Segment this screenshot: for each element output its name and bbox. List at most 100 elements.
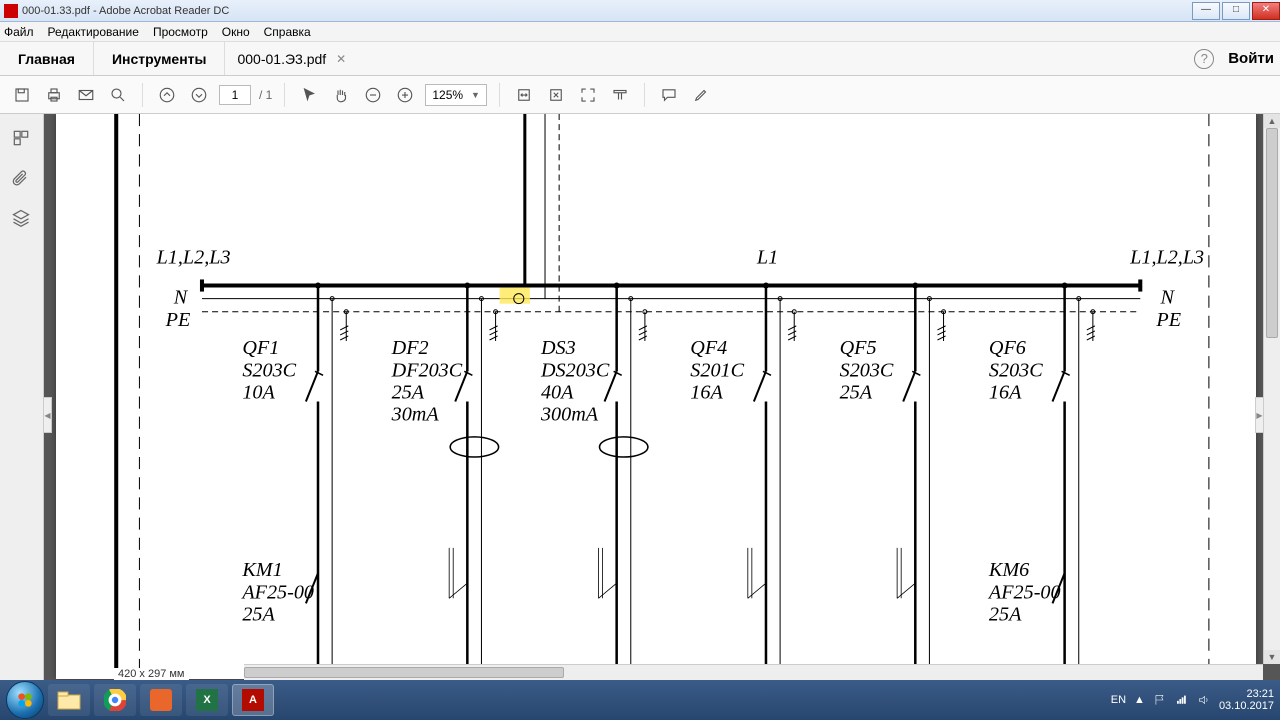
- taskbar-excel-icon[interactable]: X: [186, 684, 228, 716]
- separator: [284, 83, 285, 107]
- document-viewport[interactable]: L1,L2,L3L1L1,L2,L3NPENPEQF1S203C10ADF2DF…: [44, 114, 1280, 680]
- svg-text:S203C: S203C: [989, 359, 1043, 381]
- signin-button[interactable]: Войти: [1228, 50, 1274, 67]
- hand-icon[interactable]: [329, 83, 353, 107]
- help-icon[interactable]: ?: [1194, 49, 1214, 69]
- tab-tools[interactable]: Инструменты: [94, 42, 226, 75]
- taskbar-acrobat-icon[interactable]: A: [232, 684, 274, 716]
- zoom-out-icon[interactable]: [361, 83, 385, 107]
- svg-text:16A: 16A: [989, 382, 1022, 404]
- taskbar-app1-icon[interactable]: [140, 684, 182, 716]
- svg-text:PE: PE: [165, 309, 191, 331]
- menubar: Файл Редактирование Просмотр Окно Справк…: [0, 22, 1280, 42]
- svg-text:10A: 10A: [242, 382, 275, 404]
- arrow-cursor-icon[interactable]: [297, 83, 321, 107]
- minimize-button[interactable]: —: [1192, 2, 1220, 20]
- taskbar-explorer-icon[interactable]: [48, 684, 90, 716]
- separator: [644, 83, 645, 107]
- fit-width-icon[interactable]: [512, 83, 536, 107]
- menu-view[interactable]: Просмотр: [153, 25, 208, 39]
- search-icon[interactable]: [106, 83, 130, 107]
- menu-file[interactable]: Файл: [4, 25, 34, 39]
- highlight-icon[interactable]: [689, 83, 713, 107]
- svg-text:L1,L2,L3: L1,L2,L3: [156, 246, 231, 268]
- layers-icon[interactable]: [11, 208, 33, 230]
- tab-row: Главная Инструменты 000-01.Э3.pdf ✕ ? Во…: [0, 42, 1280, 76]
- svg-text:25A: 25A: [989, 603, 1022, 625]
- start-button[interactable]: [6, 681, 44, 719]
- svg-text:KM6: KM6: [988, 559, 1029, 581]
- tab-home[interactable]: Главная: [0, 42, 94, 75]
- page-up-icon[interactable]: [155, 83, 179, 107]
- fullscreen-icon[interactable]: [576, 83, 600, 107]
- svg-text:DF203C: DF203C: [391, 359, 463, 381]
- document-page: L1,L2,L3L1L1,L2,L3NPENPEQF1S203C10ADF2DF…: [56, 114, 1256, 679]
- page-input[interactable]: [219, 85, 251, 105]
- svg-text:S203C: S203C: [242, 359, 296, 381]
- svg-text:25A: 25A: [840, 382, 873, 404]
- svg-text:S203C: S203C: [840, 359, 894, 381]
- fit-page-icon[interactable]: [544, 83, 568, 107]
- svg-text:AF25-00: AF25-00: [240, 581, 314, 603]
- tab-document[interactable]: 000-01.Э3.pdf ✕: [225, 42, 358, 75]
- zoom-in-icon[interactable]: [393, 83, 417, 107]
- save-icon[interactable]: [10, 83, 34, 107]
- svg-text:QF1: QF1: [242, 337, 279, 359]
- tray-clock[interactable]: 23:2103.10.2017: [1219, 688, 1274, 712]
- svg-text:KM1: KM1: [241, 559, 282, 581]
- electrical-diagram: L1,L2,L3L1L1,L2,L3NPENPEQF1S203C10ADF2DF…: [56, 114, 1256, 679]
- svg-text:N: N: [173, 287, 189, 309]
- tray-sound-icon[interactable]: [1197, 693, 1211, 707]
- tray-network-icon[interactable]: [1175, 693, 1189, 707]
- attachments-icon[interactable]: [11, 168, 33, 190]
- pdf-icon: [4, 4, 18, 18]
- separator: [499, 83, 500, 107]
- svg-text:DS3: DS3: [540, 337, 576, 359]
- thumbnails-icon[interactable]: [11, 128, 33, 150]
- close-button[interactable]: ✕: [1252, 2, 1280, 20]
- page-dimensions: 420 x 297 мм: [114, 668, 189, 680]
- zoom-select[interactable]: 125%▼: [425, 84, 487, 106]
- window-titlebar: 000-01.33.pdf - Adobe Acrobat Reader DC …: [0, 0, 1280, 22]
- window-title: 000-01.33.pdf - Adobe Acrobat Reader DC: [22, 5, 229, 17]
- tray-flag-icon[interactable]: [1153, 693, 1167, 707]
- svg-text:16A: 16A: [690, 382, 723, 404]
- comment-icon[interactable]: [657, 83, 681, 107]
- tray-chevron-icon[interactable]: ▲: [1134, 694, 1145, 706]
- mail-icon[interactable]: [74, 83, 98, 107]
- menu-edit[interactable]: Редактирование: [48, 25, 139, 39]
- page-total: / 1: [259, 88, 272, 102]
- svg-text:QF5: QF5: [840, 337, 877, 359]
- svg-text:N: N: [1159, 287, 1175, 309]
- svg-text:25A: 25A: [392, 382, 425, 404]
- reading-mode-icon[interactable]: [608, 83, 632, 107]
- svg-text:25A: 25A: [242, 603, 275, 625]
- svg-text:AF25-00: AF25-00: [987, 581, 1061, 603]
- svg-text:PE: PE: [1155, 309, 1181, 331]
- system-tray[interactable]: EN ▲ 23:2103.10.2017: [1111, 688, 1274, 712]
- menu-window[interactable]: Окно: [222, 25, 250, 39]
- taskbar-chrome-icon[interactable]: [94, 684, 136, 716]
- svg-text:L1,L2,L3: L1,L2,L3: [1129, 246, 1204, 268]
- tray-language[interactable]: EN: [1111, 694, 1126, 706]
- svg-text:S201C: S201C: [690, 359, 744, 381]
- content-area: ◀ L1,L2,L3L1L1,L2,L3NPENPEQF1S203C10ADF2…: [0, 114, 1280, 680]
- print-icon[interactable]: [42, 83, 66, 107]
- menu-help[interactable]: Справка: [264, 25, 311, 39]
- separator: [142, 83, 143, 107]
- svg-text:30mA: 30mA: [391, 404, 440, 426]
- sidebar: [0, 114, 44, 680]
- svg-text:QF6: QF6: [989, 337, 1026, 359]
- vertical-scrollbar[interactable]: ▲ ▼: [1263, 114, 1280, 664]
- svg-text:DF2: DF2: [391, 337, 429, 359]
- taskbar: X A EN ▲ 23:2103.10.2017: [0, 680, 1280, 720]
- tab-close-icon[interactable]: ✕: [336, 52, 346, 66]
- svg-text:QF4: QF4: [690, 337, 727, 359]
- horizontal-scrollbar[interactable]: [244, 664, 1263, 680]
- tools-pane-handle[interactable]: ▶: [1255, 397, 1263, 433]
- svg-text:300mA: 300mA: [540, 404, 599, 426]
- toolbar: / 1 125%▼: [0, 76, 1280, 114]
- maximize-button[interactable]: □: [1222, 2, 1250, 20]
- svg-text:40A: 40A: [541, 382, 574, 404]
- page-down-icon[interactable]: [187, 83, 211, 107]
